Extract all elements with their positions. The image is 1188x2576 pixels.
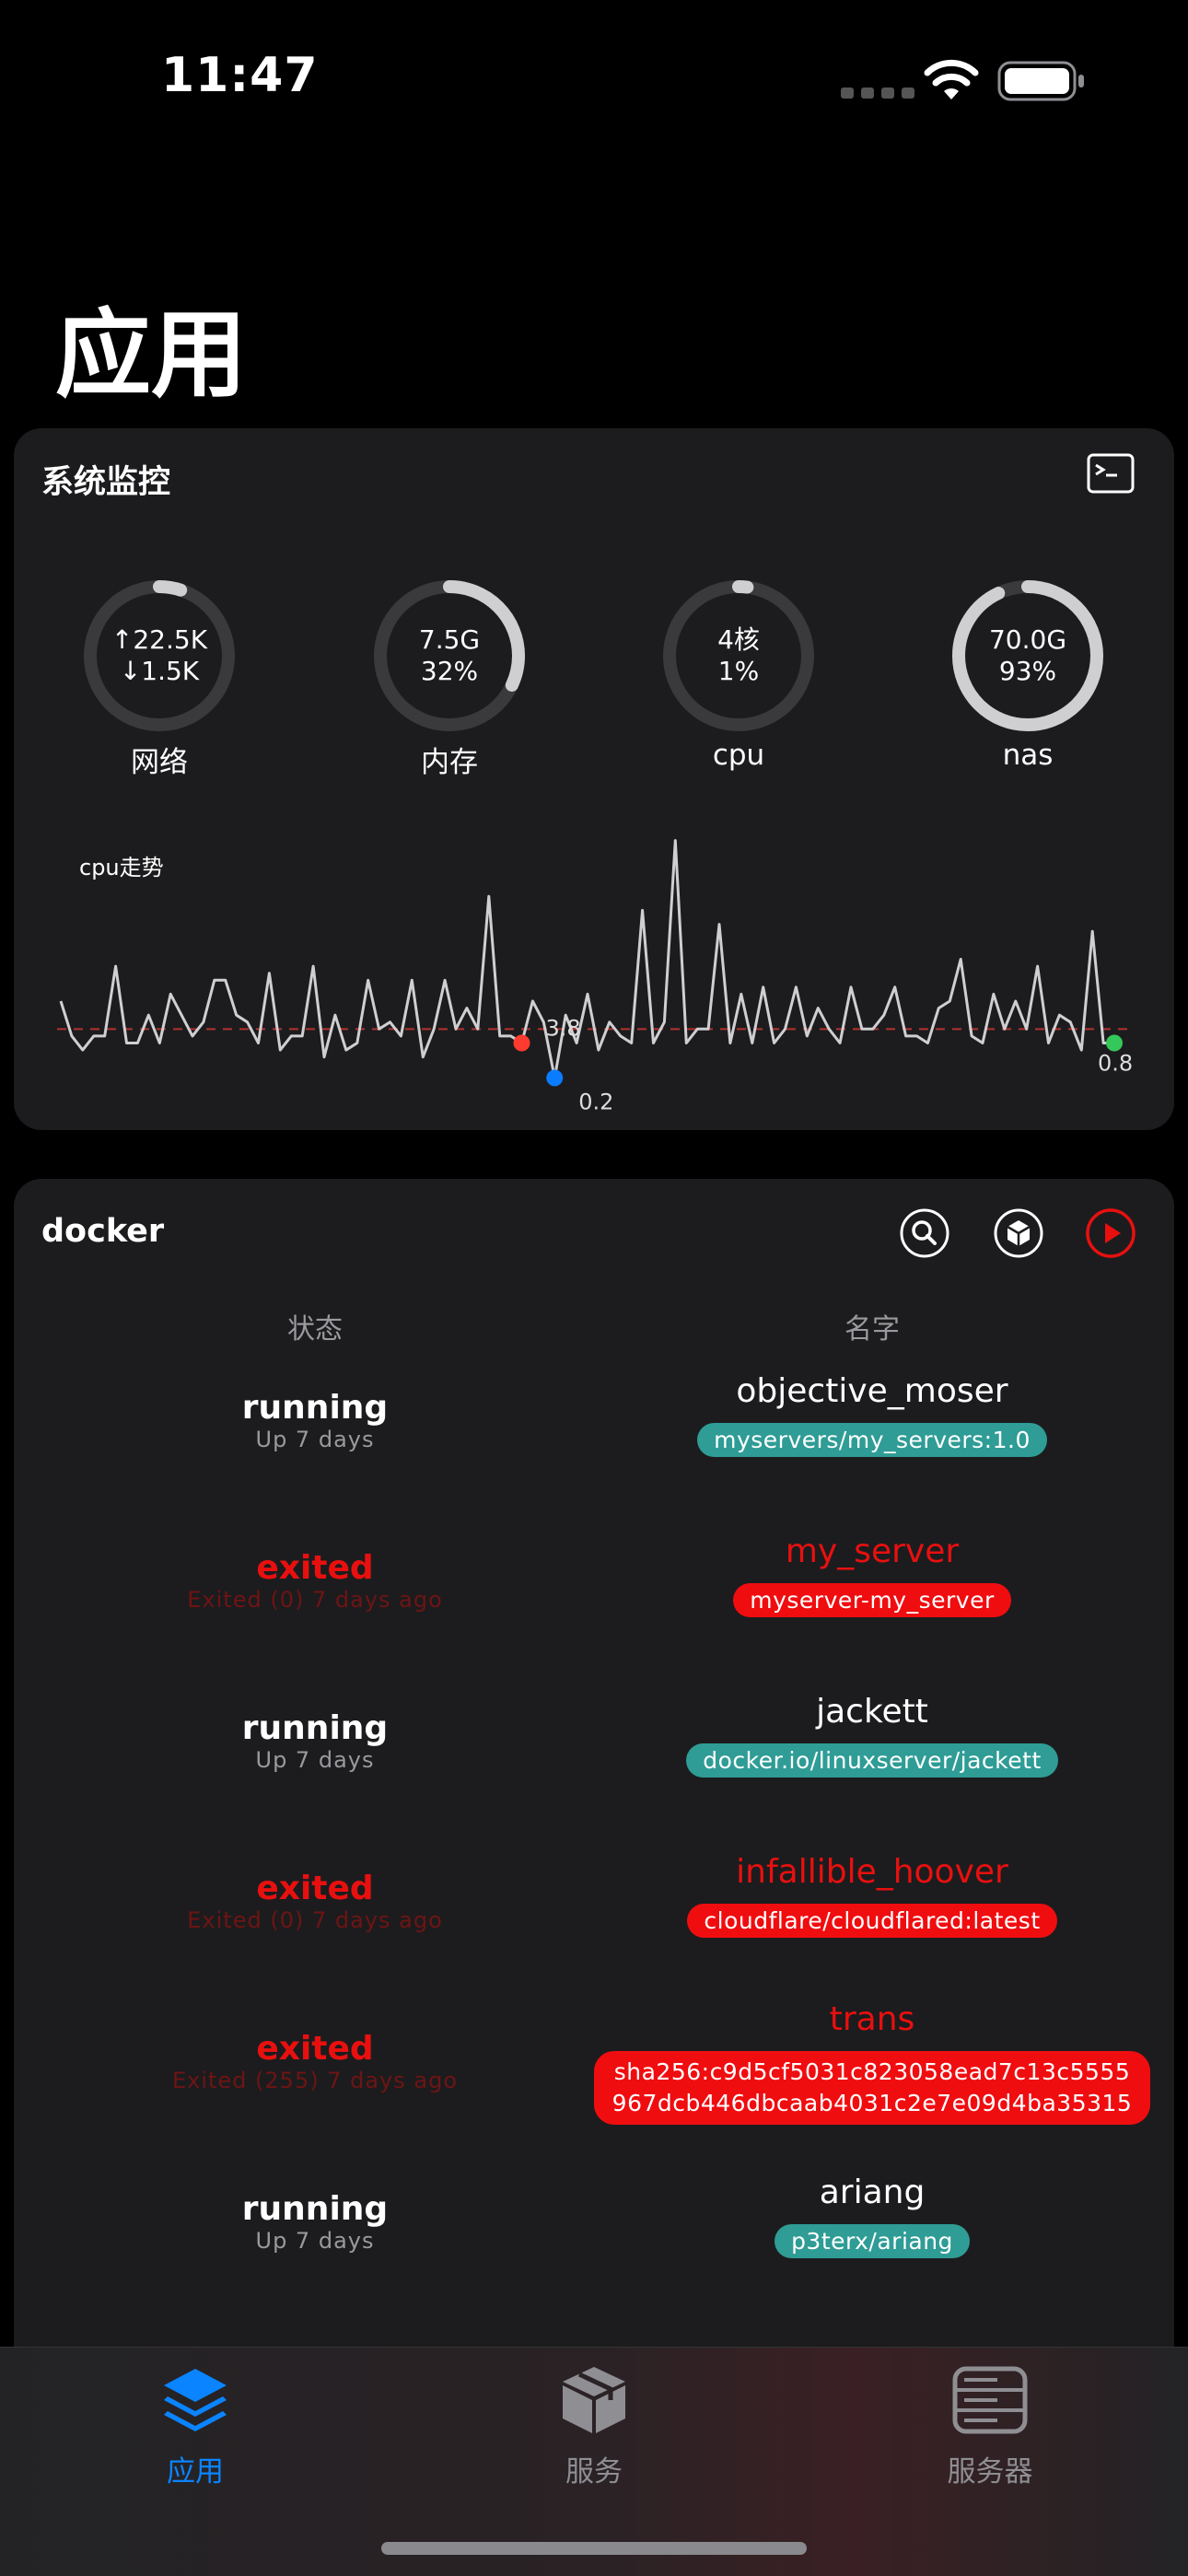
container-state: exited [256, 2030, 374, 2068]
container-state: exited [256, 1870, 374, 1907]
container-name: ariang [819, 2174, 926, 2211]
layers-icon [164, 2369, 227, 2431]
box-icon [563, 2367, 625, 2433]
cpu-min-label: 0.2 [578, 1089, 613, 1114]
container-state: exited [256, 1549, 374, 1587]
container-name-cell[interactable]: jackett docker.io/linuxserver/jackett [577, 1693, 1167, 1778]
cpu-max-label: 3.8 [546, 1016, 581, 1042]
image-tag-line: 967dcb446dbcaab4031c2e7e09d4ba35315 [611, 2090, 1133, 2116]
tab-services[interactable]: 服务 [502, 2360, 686, 2489]
image-tag: cloudflare/cloudflared:latest [687, 1904, 1057, 1938]
container-name: infallible_hoover [736, 1853, 1008, 1891]
tab-services-label: 服务 [565, 2455, 623, 2489]
image-tag-line: sha256:c9d5cf5031c823058ead7c13c5555 [613, 2058, 1131, 2085]
server-icon [952, 2366, 1028, 2434]
tab-apps-label: 应用 [167, 2455, 224, 2489]
container-uptime: Up 7 days [255, 1747, 375, 1773]
container-state: running [241, 2190, 389, 2228]
container-name-cell[interactable]: trans sha256:c9d5cf5031c823058ead7c13c55… [577, 2000, 1167, 2125]
status-column-header: 状态 [287, 1313, 343, 1346]
container-uptime: Exited (0) 7 days ago [187, 1907, 443, 1933]
container-name: trans [829, 2000, 915, 2038]
image-tag: sha256:c9d5cf5031c823058ead7c13c5555 967… [593, 2051, 1151, 2125]
cpu-max-point [513, 1034, 530, 1052]
container-uptime: Exited (255) 7 days ago [171, 2068, 459, 2093]
container-uptime: Up 7 days [255, 2228, 375, 2254]
container-uptime: Up 7 days [255, 1427, 375, 1452]
container-name: objective_moser [736, 1372, 1008, 1410]
container-status[interactable]: exited Exited (255) 7 days ago [39, 2030, 591, 2093]
container-uptime: Exited (0) 7 days ago [187, 1587, 443, 1613]
container-status[interactable]: exited Exited (0) 7 days ago [39, 1549, 591, 1613]
cpu-last-label: 0.8 [1098, 1051, 1133, 1077]
cpu-trend-chart: 3.8 0.2 0.8 [57, 839, 1133, 1114]
container-icon[interactable] [993, 1207, 1044, 1259]
cpu-min-point [546, 1069, 564, 1087]
home-indicator [381, 2542, 807, 2555]
container-state: running [241, 1709, 389, 1747]
image-tag: p3terx/ariang [775, 2224, 970, 2258]
tab-servers-label: 服务器 [947, 2455, 1033, 2489]
name-column-header: 名字 [844, 1313, 900, 1346]
docker-title: docker [41, 1213, 165, 1250]
tab-apps[interactable]: 应用 [103, 2360, 287, 2489]
container-status[interactable]: running Up 7 days [39, 1389, 591, 1452]
play-icon[interactable] [1085, 1207, 1136, 1259]
container-name-cell[interactable]: my_server myserver-my_server [577, 1533, 1167, 1617]
container-name-cell[interactable]: ariang p3terx/ariang [577, 2174, 1167, 2258]
image-tag: myservers/my_servers:1.0 [697, 1423, 1047, 1457]
container-name-cell[interactable]: infallible_hoover cloudflare/cloudflared… [577, 1853, 1167, 1938]
cpu-trend-line [59, 839, 1114, 1079]
image-tag: myserver-my_server [733, 1583, 1011, 1617]
container-status[interactable]: running Up 7 days [39, 1709, 591, 1773]
tab-servers[interactable]: 服务器 [898, 2360, 1082, 2489]
image-tag: docker.io/linuxserver/jackett [686, 1743, 1058, 1778]
container-name: my_server [785, 1533, 960, 1570]
cpu-last-point [1106, 1034, 1123, 1052]
container-status[interactable]: running Up 7 days [39, 2190, 591, 2254]
container-status[interactable]: exited Exited (0) 7 days ago [39, 1870, 591, 1933]
container-state: running [241, 1389, 389, 1427]
container-name: jackett [816, 1693, 928, 1731]
search-icon[interactable] [899, 1207, 950, 1259]
container-name-cell[interactable]: objective_moser myservers/my_servers:1.0 [577, 1372, 1167, 1457]
